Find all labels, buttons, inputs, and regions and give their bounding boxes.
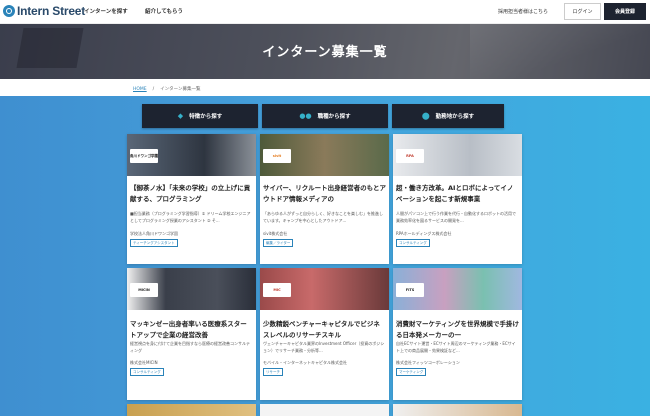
card-company: 株式会社MICIN: [130, 360, 158, 365]
nav-find-internship[interactable]: インターンを探す: [84, 7, 128, 15]
internship-card[interactable]: FITS 消費財マーケティングを世界規模で手掛ける日本発メーカーの一 自社ECサ…: [393, 268, 522, 400]
card-image: MICIN: [127, 268, 256, 310]
card-description: ヴェンチャーキャピタル業界のInvestment Officer（投資のポジショ…: [263, 341, 385, 353]
card-company: モバイル・インターネットキャピタル株式会社: [263, 360, 347, 365]
nav-referral[interactable]: 紹介してもらう: [145, 7, 183, 15]
card-tag: コンサルティング: [396, 239, 430, 247]
search-by-location-button[interactable]: ⬤ 勤務地から探す: [392, 104, 504, 128]
card-tag: コンサルティング: [130, 368, 164, 376]
card-image: FITS: [393, 268, 522, 310]
search-by-feature-button[interactable]: ◆ 特徴から探す: [142, 104, 258, 128]
company-logo: MIC: [263, 283, 291, 297]
internship-card[interactable]: MICIN マッキンゼー出身者率いる医療系スタートアップで企業の経営改善 経営視…: [127, 268, 256, 400]
company-logo: FITS: [396, 283, 424, 297]
page-title: インターン募集一覧: [262, 45, 388, 60]
card-image: sivit: [260, 134, 389, 176]
card-image: MIC: [260, 268, 389, 310]
card-tag: 編集／ライター: [263, 239, 294, 247]
login-button[interactable]: ログイン: [564, 3, 601, 20]
breadcrumb-home[interactable]: HOME: [133, 87, 147, 92]
company-logo: MICIN: [130, 283, 158, 297]
internship-card[interactable]: MIC 少数精鋭ベンチャーキャピタルでビジネスレベルのリサーチスキル ヴェンチャ…: [260, 268, 389, 400]
company-logo: RPA: [396, 149, 424, 163]
card-title: 超・働き方改革。AIとロボによってイノベーションを起こす新規事業: [396, 184, 514, 203]
logo-icon: [3, 5, 15, 17]
card-title: 少数精鋭ベンチャーキャピタルでビジネスレベルのリサーチスキル: [263, 320, 380, 339]
internship-card[interactable]: [393, 404, 522, 416]
card-description: 経営視点を身に付けて企業を目指すなら医療の経営改善コンサルティング: [130, 341, 250, 353]
search-label: 勤務地から探す: [435, 114, 475, 120]
card-company: sivit株式会社: [263, 231, 288, 236]
search-by-job-button[interactable]: ●● 職種から探す: [262, 104, 388, 128]
signup-button[interactable]: 会員登録: [604, 3, 646, 20]
card-company: RPAホールディングス株式会社: [396, 231, 452, 236]
card-title: 【御茶ノ水】「未来の学校」の立上げに貢献する、プログラミング: [130, 184, 251, 203]
site-logo[interactable]: Intern Street: [3, 4, 85, 18]
card-title: 消費財マーケティングを世界規模で手掛ける日本発メーカーの一: [396, 320, 519, 339]
site-header: Intern Street インターンを探す 紹介してもらう 採用担当者様はこち…: [0, 0, 650, 24]
search-label: 職種から探す: [317, 114, 351, 120]
people-icon: ●●: [299, 112, 312, 120]
card-description: 自社ECサイト運営・ECサイト周辺のマーケティング業務・ECサイト上での商品展開…: [396, 341, 516, 353]
card-company: 学校法人角川ドワンゴ学園: [130, 231, 178, 236]
internship-card[interactable]: [260, 404, 389, 416]
card-tag: ティーチングアシスタント: [130, 239, 178, 247]
card-title: マッキンゼー出身者率いる医療系スタートアップで企業の経営改善: [130, 320, 247, 339]
card-description: 「あらゆる人がずっと自分らしく、好きなことを楽しむ」を推進しています。キャンプを…: [263, 211, 383, 223]
recruiter-link[interactable]: 採用担当者様はこちら: [498, 8, 548, 15]
breadcrumb-separator: /: [152, 87, 155, 92]
search-label: 特徴から探す: [189, 114, 223, 120]
breadcrumb: HOME / インターン募集一覧: [133, 86, 200, 92]
card-description: 人間がパソコン上で行う作業を代行・自動化するロボットの活用で業務効率化を図るサー…: [396, 211, 516, 223]
card-image: RPA: [393, 134, 522, 176]
card-company: 株式会社フィッツコーポレーション: [396, 360, 460, 365]
hero-banner: インターン募集一覧: [0, 24, 650, 79]
internship-card[interactable]: [127, 404, 256, 416]
breadcrumb-current: インターン募集一覧: [160, 87, 201, 92]
company-logo: 角川ドワンゴ学園: [130, 149, 158, 163]
tag-icon: ◆: [177, 112, 184, 120]
internship-card[interactable]: 角川ドワンゴ学園 【御茶ノ水】「未来の学校」の立上げに貢献する、プログラミング …: [127, 134, 256, 264]
internship-card[interactable]: sivit サイバー、リクルート出身経営者のもとアウトドア情報メディアの 「あら…: [260, 134, 389, 264]
card-title: サイバー、リクルート出身経営者のもとアウトドア情報メディアの: [263, 184, 386, 203]
card-image: 角川ドワンゴ学園: [127, 134, 256, 176]
company-logo: sivit: [263, 149, 291, 163]
card-tag: リサーチ: [263, 368, 283, 376]
card-description: ■担当業務（プログラミング学習指導）① ドリーム学校エンジニアとしてプログラミン…: [130, 211, 251, 223]
map-pin-icon: ⬤: [421, 112, 430, 120]
internship-card[interactable]: RPA 超・働き方改革。AIとロボによってイノベーションを起こす新規事業 人間が…: [393, 134, 522, 264]
logo-text: Intern Street: [17, 4, 86, 18]
card-tag: マーケティング: [396, 368, 427, 376]
